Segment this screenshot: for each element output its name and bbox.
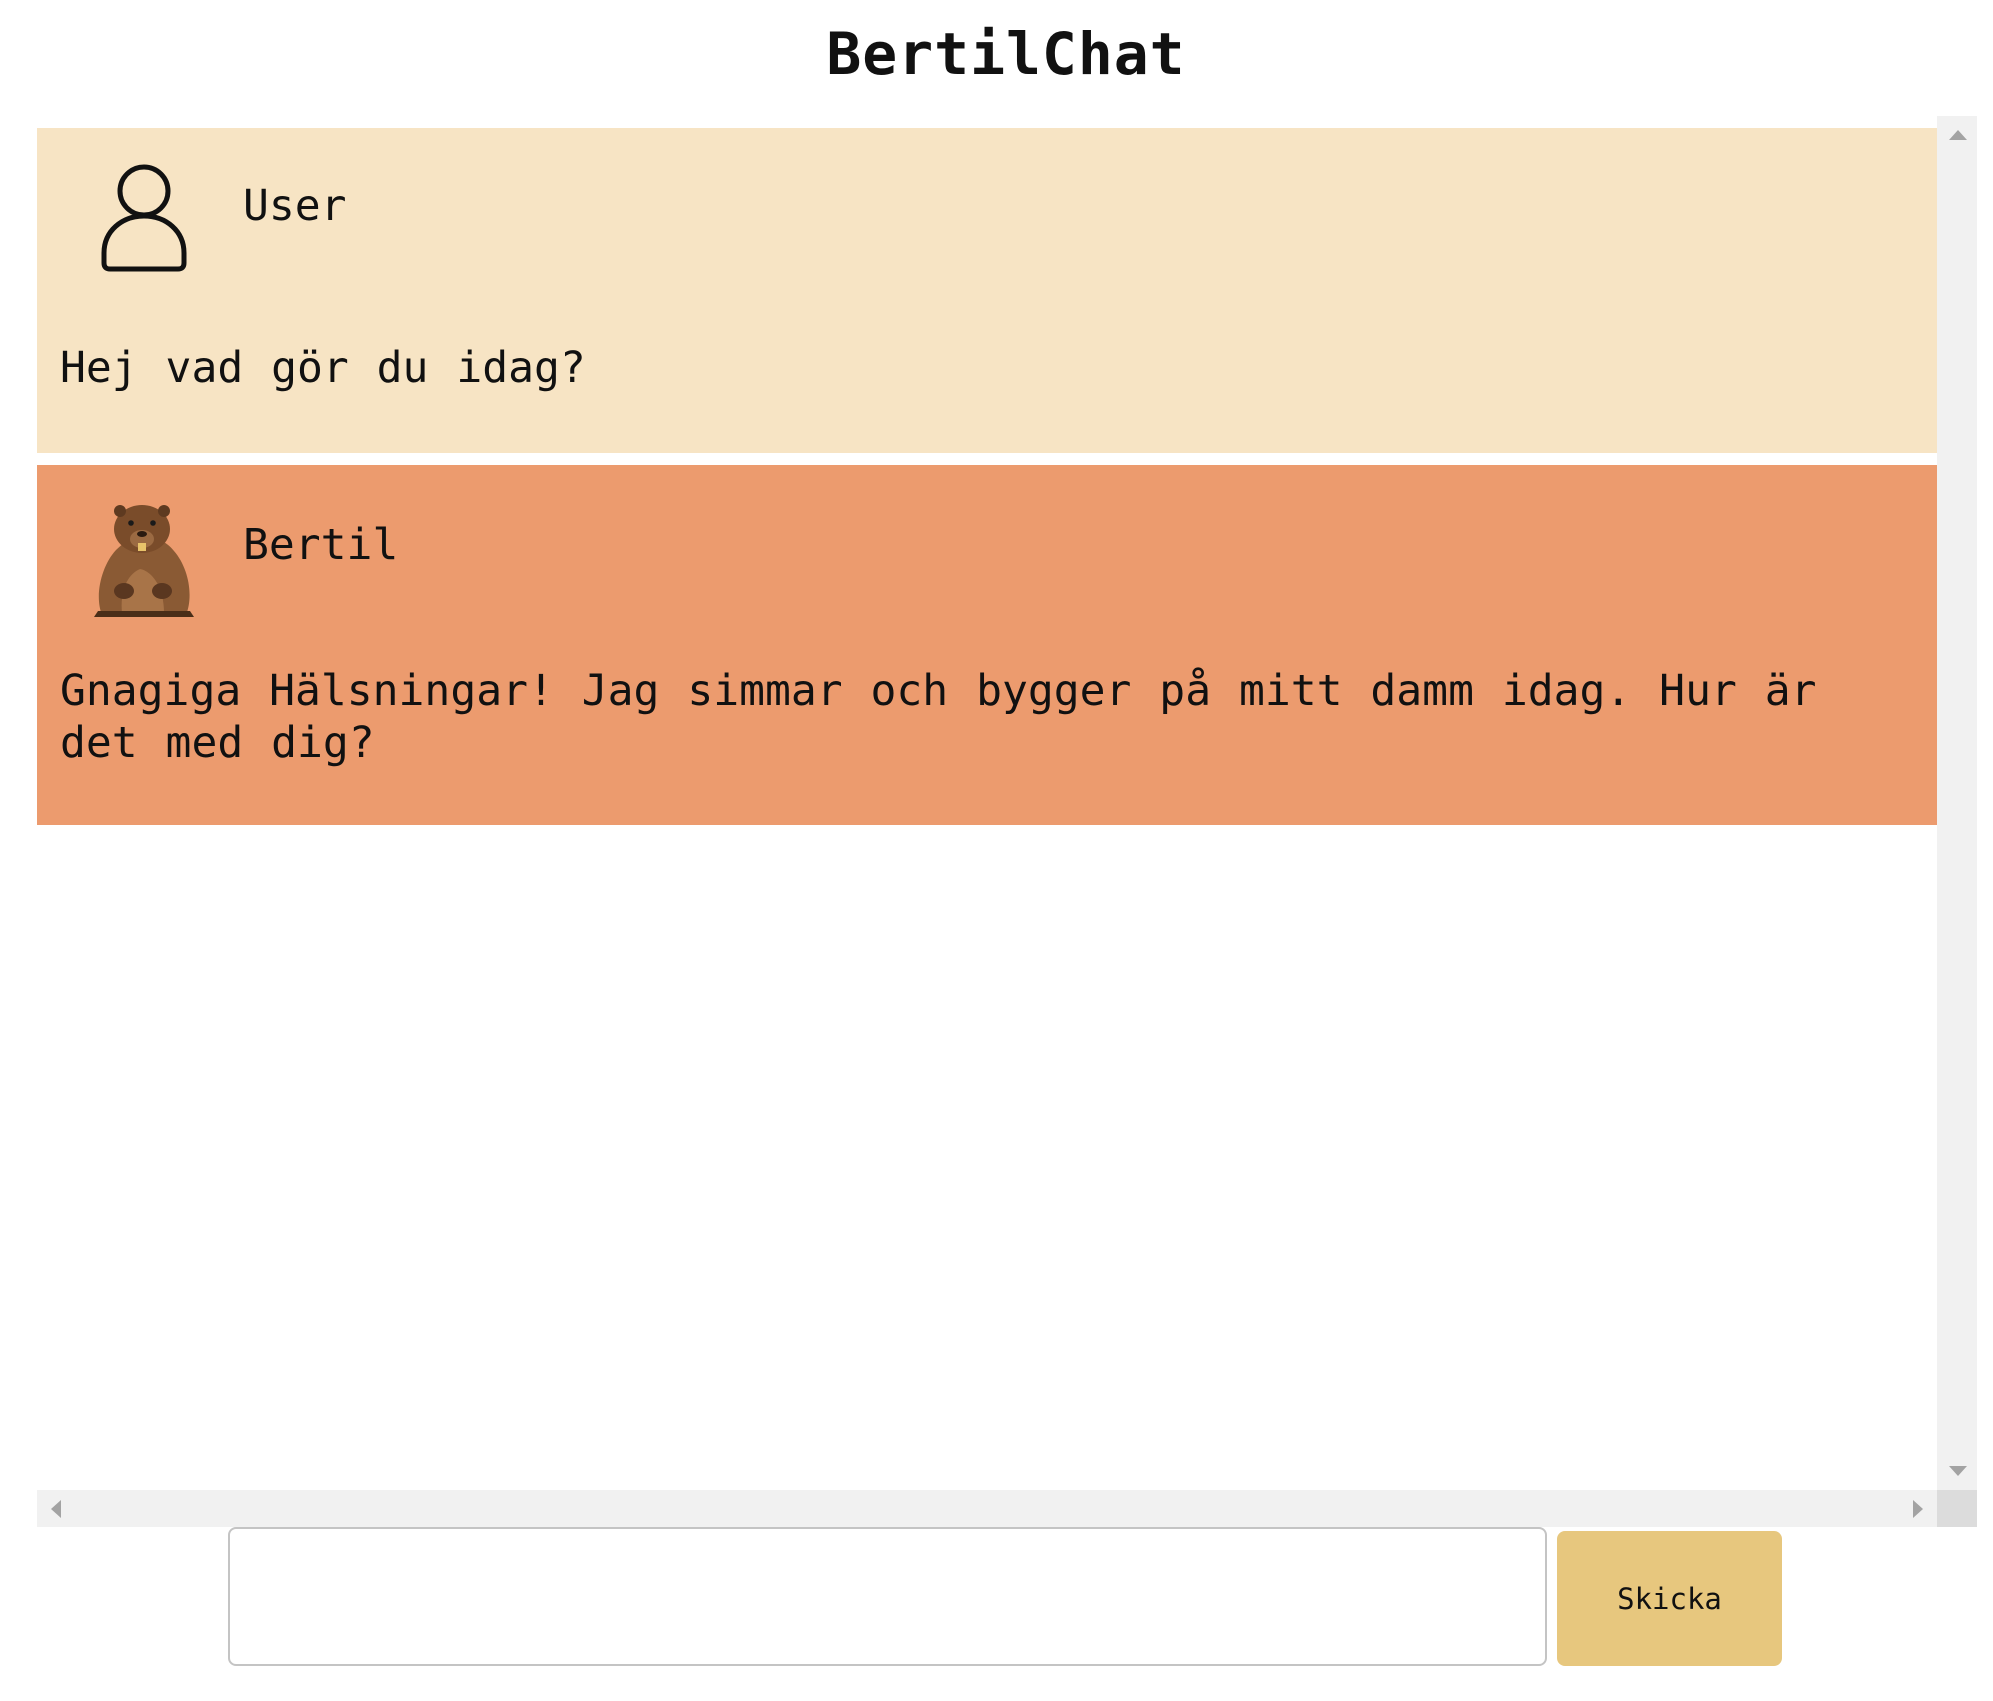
scroll-up-arrow-icon[interactable] [1949, 130, 1967, 140]
message-input[interactable] [228, 1527, 1547, 1666]
scroll-right-arrow-icon[interactable] [1913, 1500, 1923, 1518]
user-outline-icon [101, 164, 187, 272]
message-text: Gnagiga Hälsningar! Jag simmar och bygge… [60, 666, 1817, 768]
message-header: User [60, 158, 1914, 282]
scrollbar-corner [1937, 1490, 1977, 1527]
send-button[interactable]: Skicka [1557, 1531, 1782, 1666]
app-title: BertilChat [826, 20, 1186, 88]
scroll-down-arrow-icon[interactable] [1949, 1466, 1967, 1476]
horizontal-scrollbar[interactable] [37, 1490, 1937, 1527]
message-user: User Hej vad gör du idag? [37, 128, 1937, 453]
beaver-avatar-icon [94, 505, 194, 617]
chat-frame: User Hej vad gör du idag? Bertil Gnagiga… [37, 116, 1980, 1527]
sender-name: Bertil [243, 520, 399, 570]
scroll-left-arrow-icon[interactable] [51, 1500, 61, 1518]
sender-name: User [243, 181, 347, 231]
message-bot: Bertil Gnagiga Hälsningar! Jag simmar oc… [37, 465, 1937, 825]
message-text: Hej vad gör du idag? [60, 343, 586, 393]
chat-log[interactable]: User Hej vad gör du idag? Bertil Gnagiga… [37, 128, 1937, 1490]
vertical-scrollbar[interactable] [1937, 116, 1977, 1490]
message-header: Bertil [60, 495, 1914, 619]
